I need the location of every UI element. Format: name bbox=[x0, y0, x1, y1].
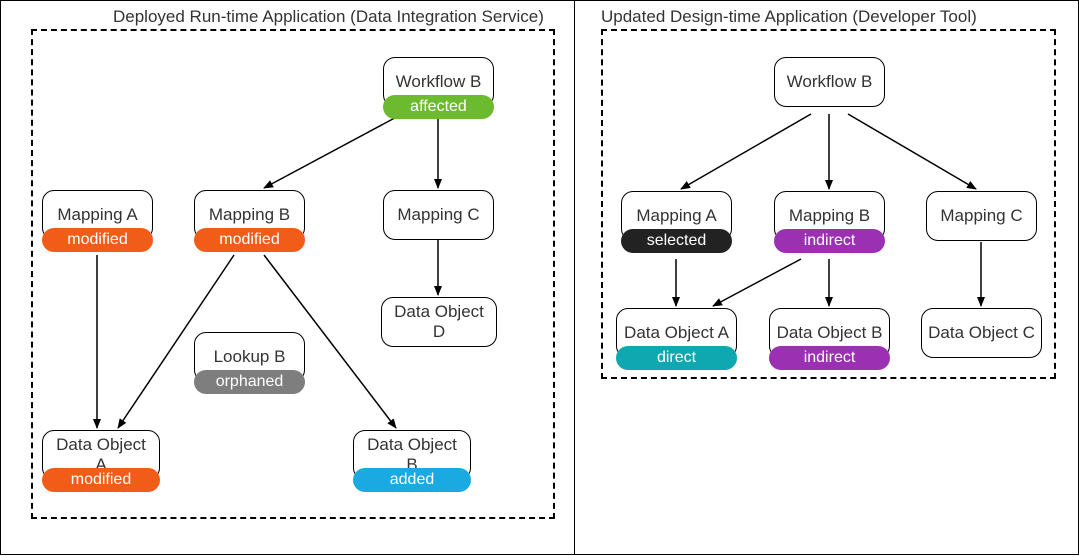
badge-text: selected bbox=[647, 232, 707, 250]
badge-modified: modified bbox=[42, 468, 160, 492]
badge-affected: affected bbox=[383, 95, 494, 119]
badge-text: added bbox=[390, 471, 435, 489]
badge-indirect: indirect bbox=[774, 229, 885, 253]
node-label: Mapping C bbox=[940, 206, 1022, 226]
node-label: Data Object D bbox=[388, 302, 490, 342]
right-panel-title: Updated Design-time Application (Develop… bbox=[601, 7, 977, 27]
node-label: Workflow B bbox=[396, 72, 482, 92]
badge-text: indirect bbox=[804, 232, 856, 250]
node-label: Data Object A bbox=[624, 323, 729, 343]
badge-indirect: indirect bbox=[769, 346, 890, 370]
badge-text: modified bbox=[67, 231, 127, 249]
node-label: Mapping A bbox=[636, 206, 716, 226]
node-label: Mapping B bbox=[789, 206, 870, 226]
node-data-object-d: Data Object D bbox=[381, 297, 497, 347]
node-mapping-c: Mapping C bbox=[383, 190, 494, 240]
node-label: Data Object C bbox=[928, 323, 1035, 343]
node-data-object-c-r: Data Object C bbox=[921, 308, 1042, 358]
badge-text: modified bbox=[71, 471, 131, 489]
left-panel-title: Deployed Run-time Application (Data Inte… bbox=[113, 7, 544, 27]
badge-modified: modified bbox=[194, 228, 305, 252]
badge-text: direct bbox=[657, 349, 696, 367]
node-mapping-c-r: Mapping C bbox=[926, 191, 1037, 241]
node-label: Workflow B bbox=[787, 72, 873, 92]
badge-text: indirect bbox=[804, 349, 856, 367]
diagram-stage: Deployed Run-time Application (Data Inte… bbox=[0, 0, 1079, 555]
node-label: Mapping B bbox=[209, 205, 290, 225]
panel-divider bbox=[574, 1, 575, 554]
badge-text: modified bbox=[219, 231, 279, 249]
badge-added: added bbox=[353, 468, 471, 492]
node-label: Data Object B bbox=[777, 323, 883, 343]
badge-modified: modified bbox=[42, 228, 153, 252]
badge-text: orphaned bbox=[216, 373, 284, 391]
badge-direct: direct bbox=[616, 346, 737, 370]
node-workflow-b-r: Workflow B bbox=[774, 57, 885, 107]
badge-text: affected bbox=[410, 98, 467, 116]
node-label: Mapping C bbox=[397, 205, 479, 225]
badge-orphaned: orphaned bbox=[194, 370, 305, 394]
badge-selected: selected bbox=[621, 229, 732, 253]
node-label: Mapping A bbox=[57, 205, 137, 225]
node-label: Lookup B bbox=[214, 347, 286, 367]
